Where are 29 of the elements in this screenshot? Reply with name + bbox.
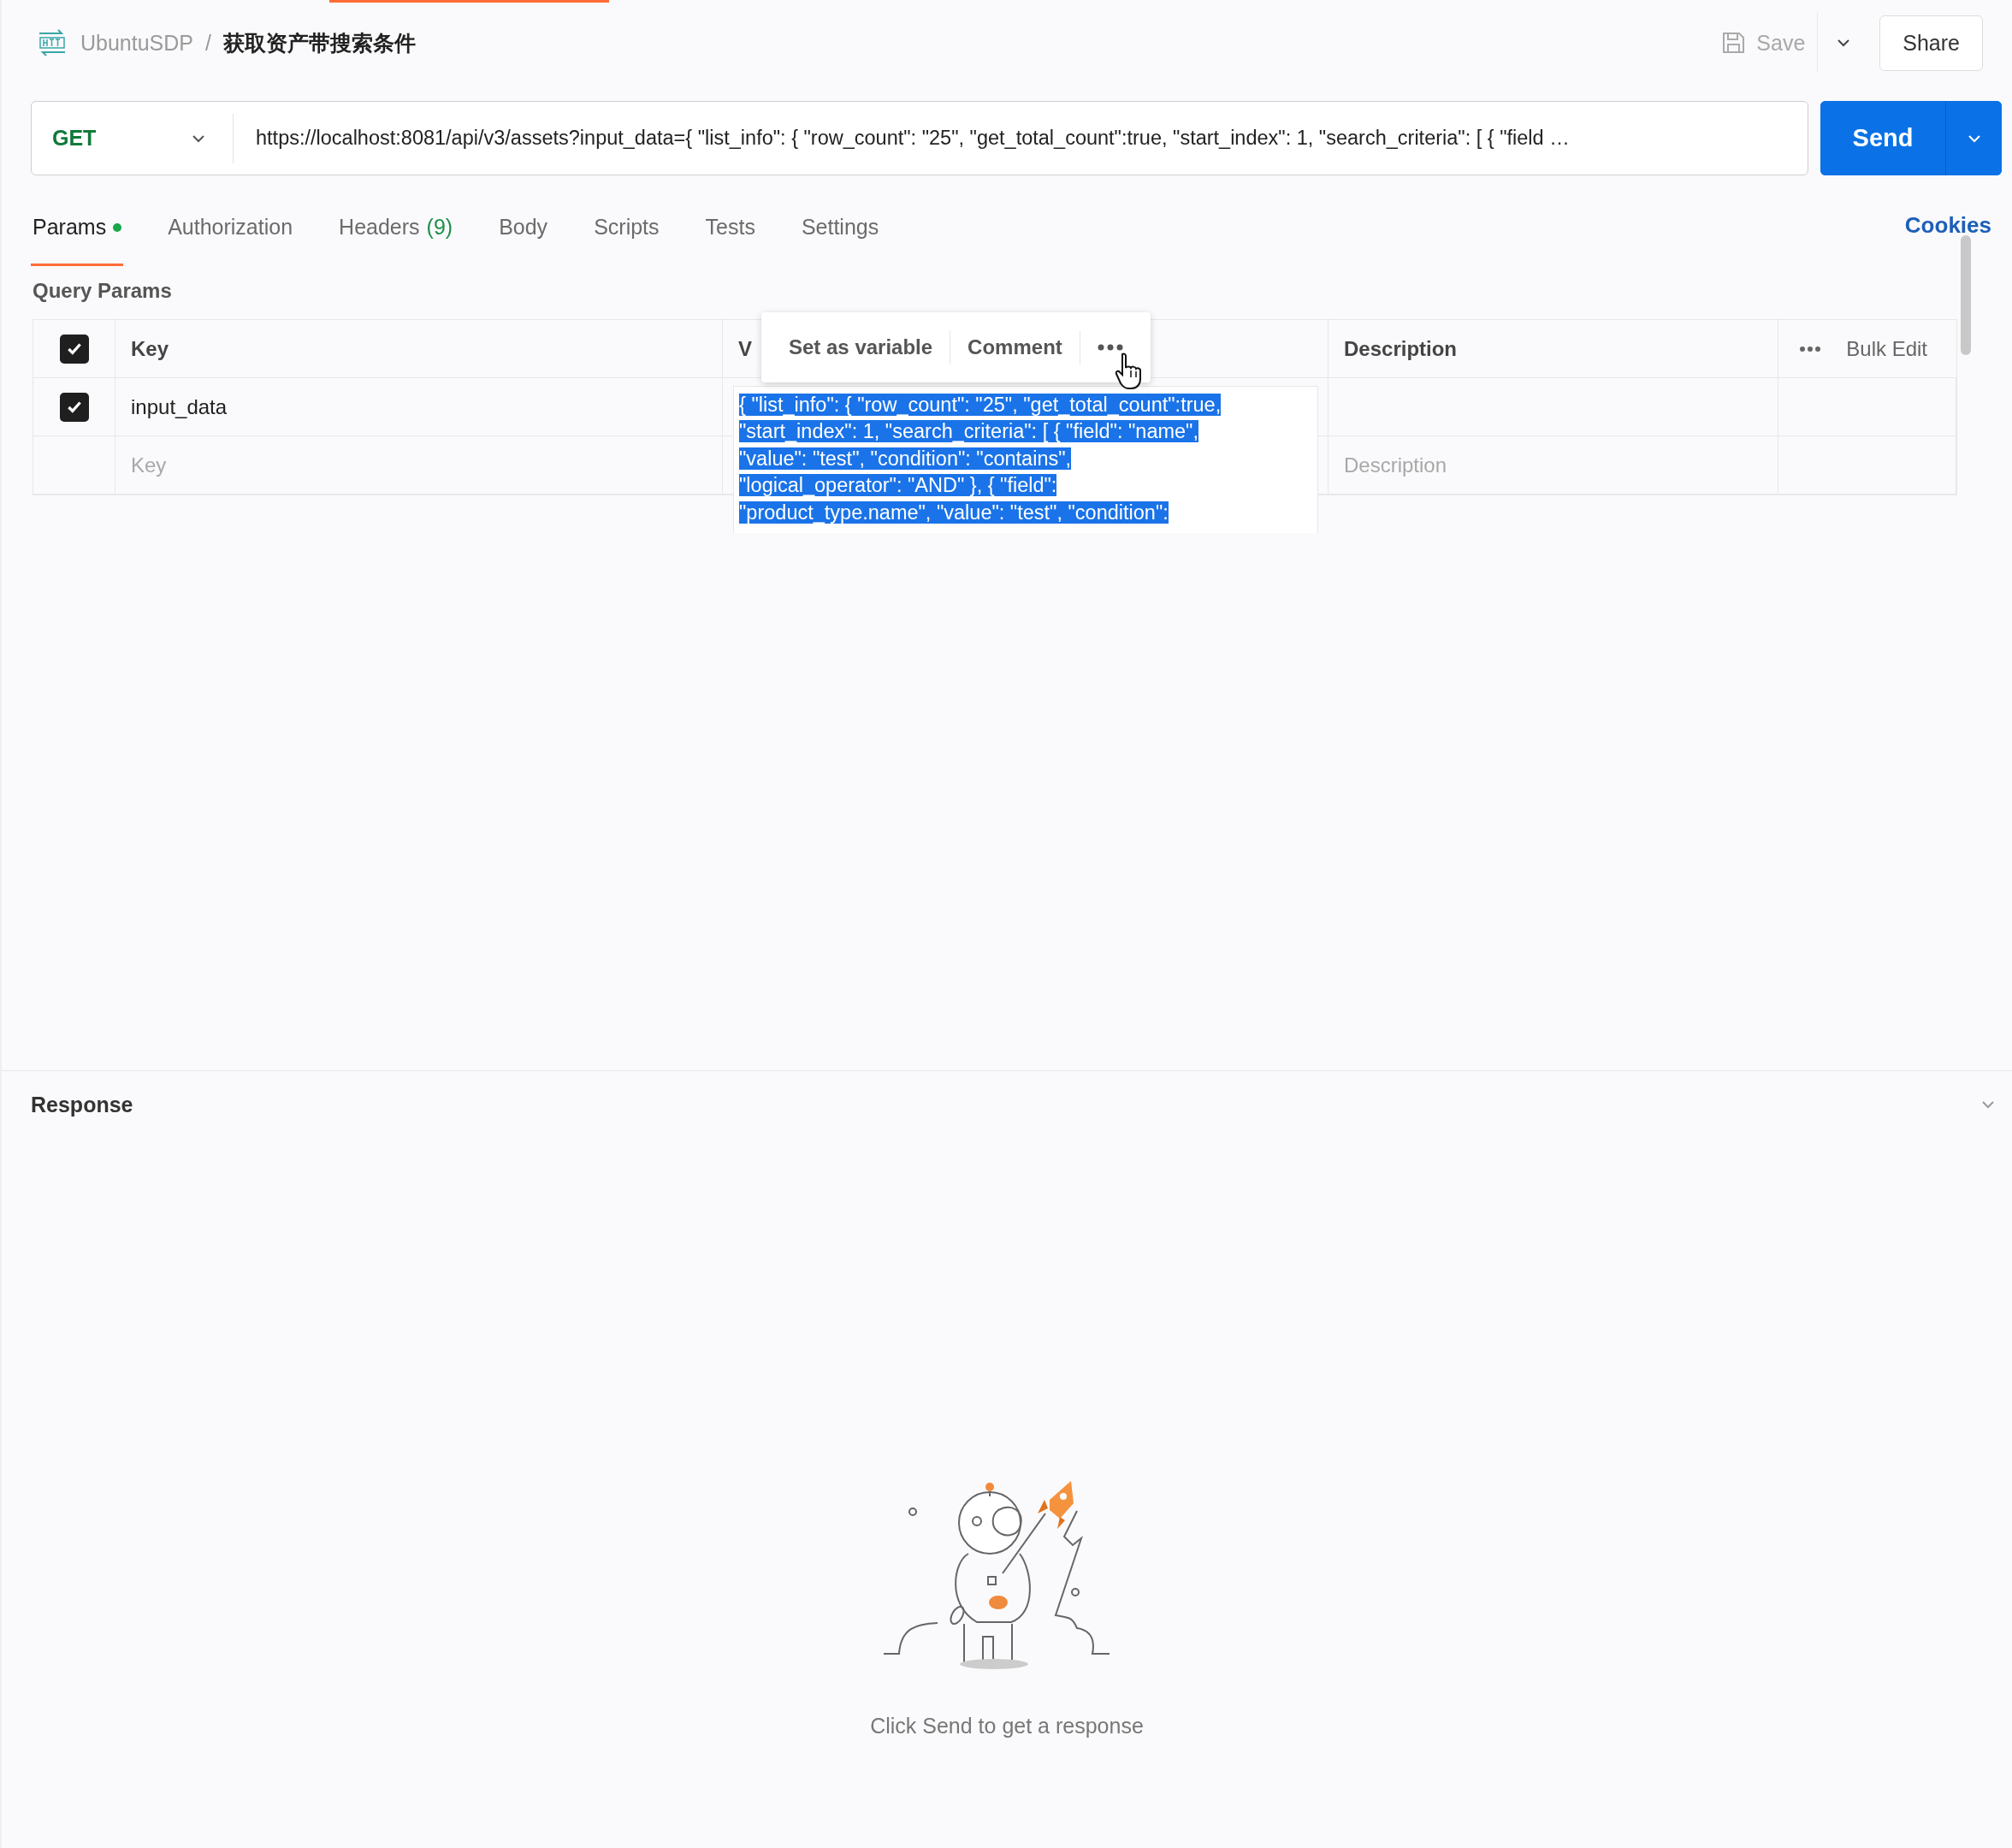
- collection-link[interactable]: UbuntuSDP: [80, 30, 194, 56]
- tab[interactable]: Settings: [799, 184, 881, 266]
- share-button[interactable]: Share: [1879, 15, 1983, 71]
- column-header: Key: [131, 336, 169, 361]
- section-title: Query Params: [33, 278, 173, 304]
- breadcrumb-separator: /: [205, 30, 211, 56]
- empty-state-message: Click Send to get a response: [870, 1714, 1144, 1738]
- checkbox[interactable]: [59, 334, 89, 364]
- tab[interactable]: Scripts: [592, 184, 661, 266]
- cookies-link[interactable]: Cookies: [1904, 211, 1991, 239]
- tab[interactable]: Tests: [703, 184, 757, 266]
- tab[interactable]: Authorization: [166, 184, 295, 266]
- checkbox[interactable]: [59, 392, 89, 422]
- column-header: Description: [1344, 336, 1458, 361]
- url-field[interactable]: GET https://localhost:8081/api/v3/assets?input_data={ "list_info": { "row_count": "25", "get_total_count":true, "start_index": 1, "search_criteria": [ { "field …: [31, 101, 1808, 175]
- tab[interactable]: Body: [497, 184, 550, 266]
- bulk-edit-button[interactable]: Bulk Edit: [1841, 335, 1932, 362]
- toolbar-button[interactable]: Set as variable: [772, 330, 950, 364]
- method-dropdown[interactable]: GET: [32, 113, 234, 163]
- save-icon: [1720, 30, 1747, 56]
- request-title: 获取资产带搜索条件: [223, 29, 416, 56]
- toolbar-button[interactable]: Comment: [950, 330, 1080, 364]
- value-editor[interactable]: { "list_info": { "row_count": "25", "get_total_count":true, "start_index": 1, "search_criteria": [ { "field": "name", "value": "test", "condition": "contains", "logical_operator": "AND" }, { "field": "product_type.name", "value": "test", "condition":: [733, 386, 1318, 533]
- tab[interactable]: Params: [31, 184, 124, 266]
- section-title: Response: [31, 1092, 133, 1117]
- column-header: V: [738, 336, 752, 361]
- tab[interactable]: Headers (9): [337, 184, 455, 266]
- param-key[interactable]: input_data: [131, 394, 228, 419]
- scrollbar[interactable]: [1961, 235, 1971, 355]
